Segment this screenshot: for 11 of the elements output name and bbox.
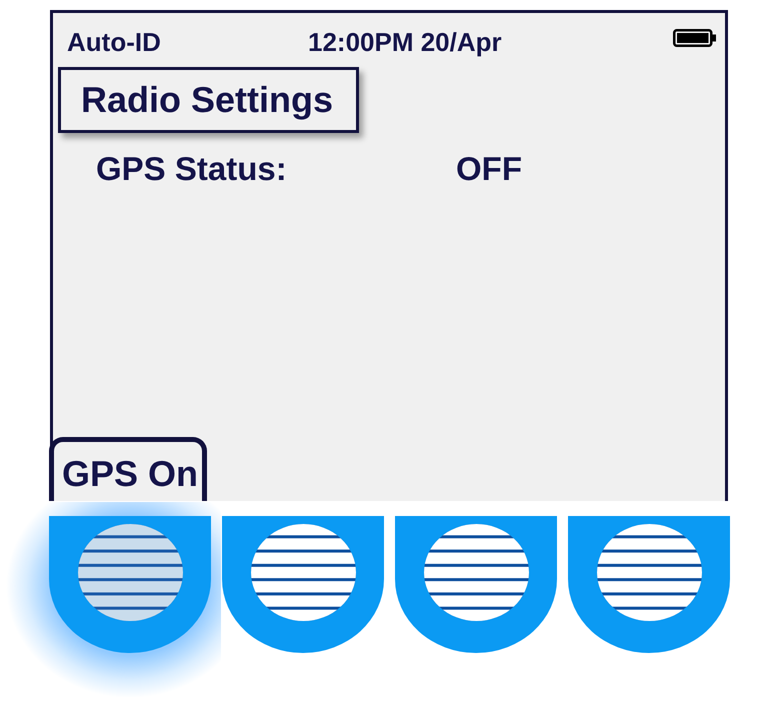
softkey-button[interactable] (568, 516, 730, 653)
status-label: Auto-ID (67, 29, 162, 55)
screen-title: Radio Settings (58, 67, 360, 133)
field-label: GPS Status: (96, 152, 288, 185)
clock-text: 12:00PM 20/Apr (308, 29, 502, 55)
softkey-button[interactable] (49, 516, 211, 653)
softkey-button[interactable] (222, 516, 384, 653)
softkey-label: GPS On (49, 437, 207, 501)
field-value: OFF (456, 152, 522, 185)
softkey-button[interactable] (395, 516, 557, 653)
battery-icon (673, 29, 716, 47)
